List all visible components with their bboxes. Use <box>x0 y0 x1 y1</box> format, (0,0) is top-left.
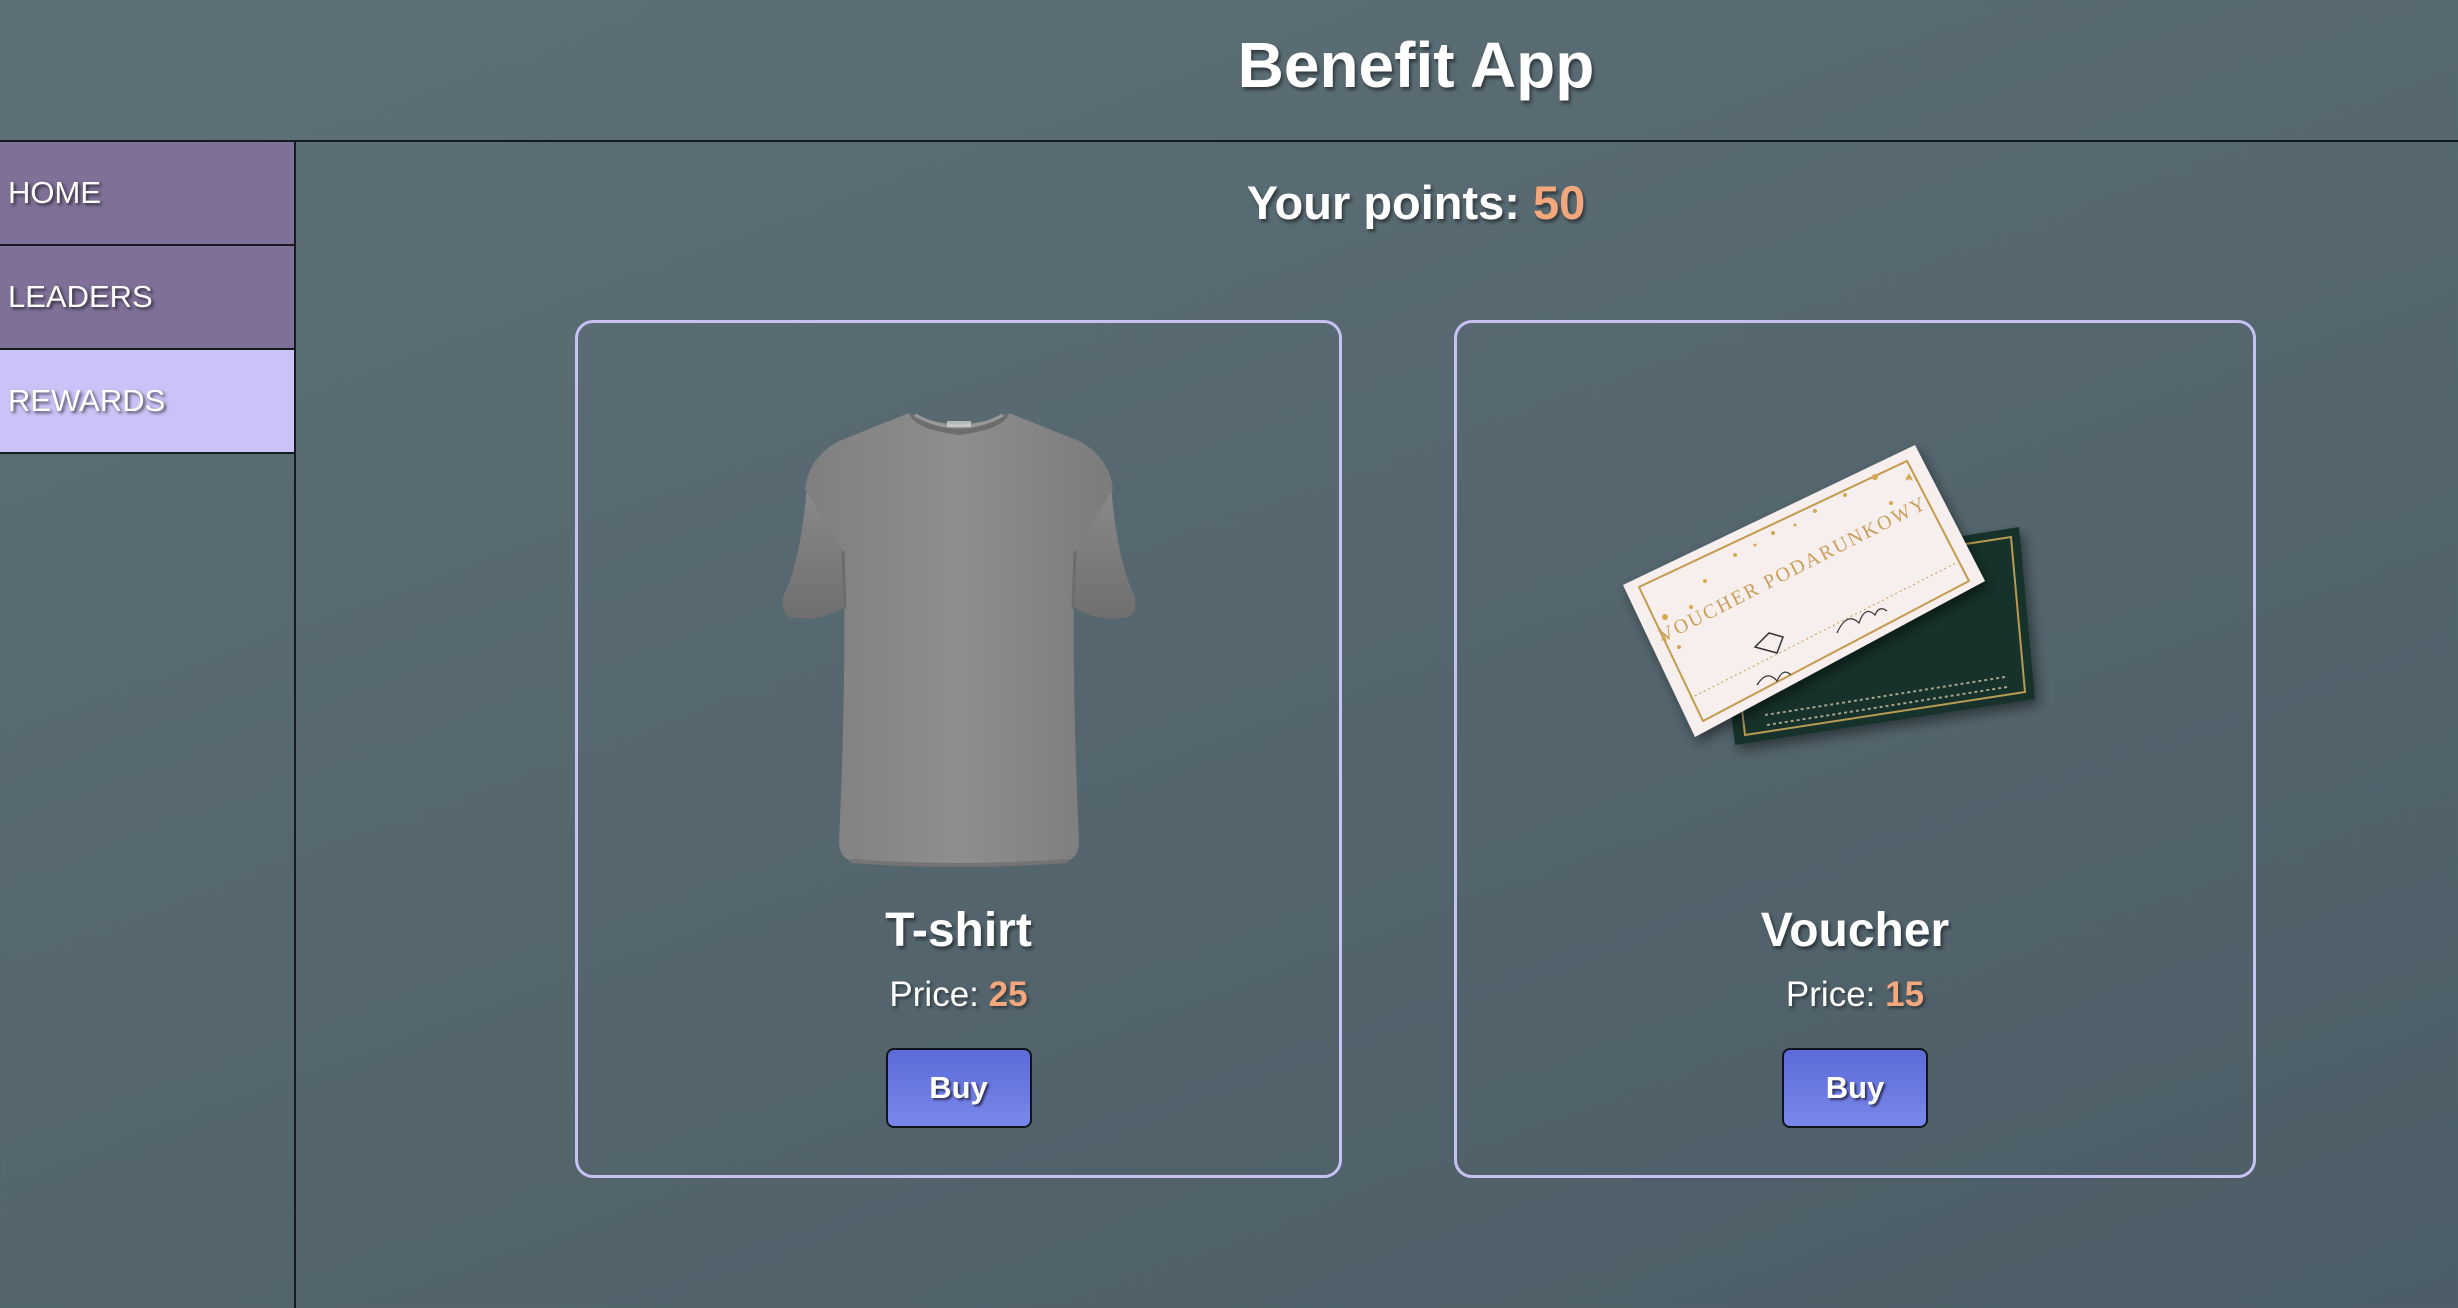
sidebar: HOME LEADERS REWARDS <box>0 142 296 1308</box>
buy-tshirt-button[interactable]: Buy <box>885 1048 1032 1128</box>
sidebar-item-rewards[interactable]: REWARDS <box>0 350 294 454</box>
sidebar-item-leaders[interactable]: LEADERS <box>0 246 294 350</box>
app-header: Benefit App <box>0 0 2458 142</box>
price-value: 25 <box>988 975 1028 1014</box>
product-card-voucher: VOUCHER PODARUNKOWY Voucher Price: 15 Bu… <box>1454 320 2256 1178</box>
price-value: 15 <box>1885 975 1925 1014</box>
price-label: Price: <box>889 975 989 1014</box>
product-price: Price: 15 <box>1457 975 2253 1015</box>
price-label: Price: <box>1785 975 1886 1014</box>
product-name: T-shirt <box>885 904 1032 957</box>
product-price: Price: 25 <box>578 975 1339 1015</box>
tshirt-image <box>782 413 1135 867</box>
buy-voucher-button[interactable]: Buy <box>1782 1048 1928 1128</box>
points-value: 50 <box>1533 176 1586 229</box>
voucher-image: VOUCHER PODARUNKOWY <box>1623 445 2035 745</box>
sidebar-item-home[interactable]: HOME <box>0 142 294 246</box>
product-card-tshirt: T-shirt Price: 25 Buy <box>575 320 1342 1178</box>
points-display: Your points: 50 <box>296 175 2458 230</box>
app-title: Benefit App <box>1237 29 1595 101</box>
points-label: Your points: <box>1246 176 1534 229</box>
product-name: Voucher <box>1760 904 1950 957</box>
